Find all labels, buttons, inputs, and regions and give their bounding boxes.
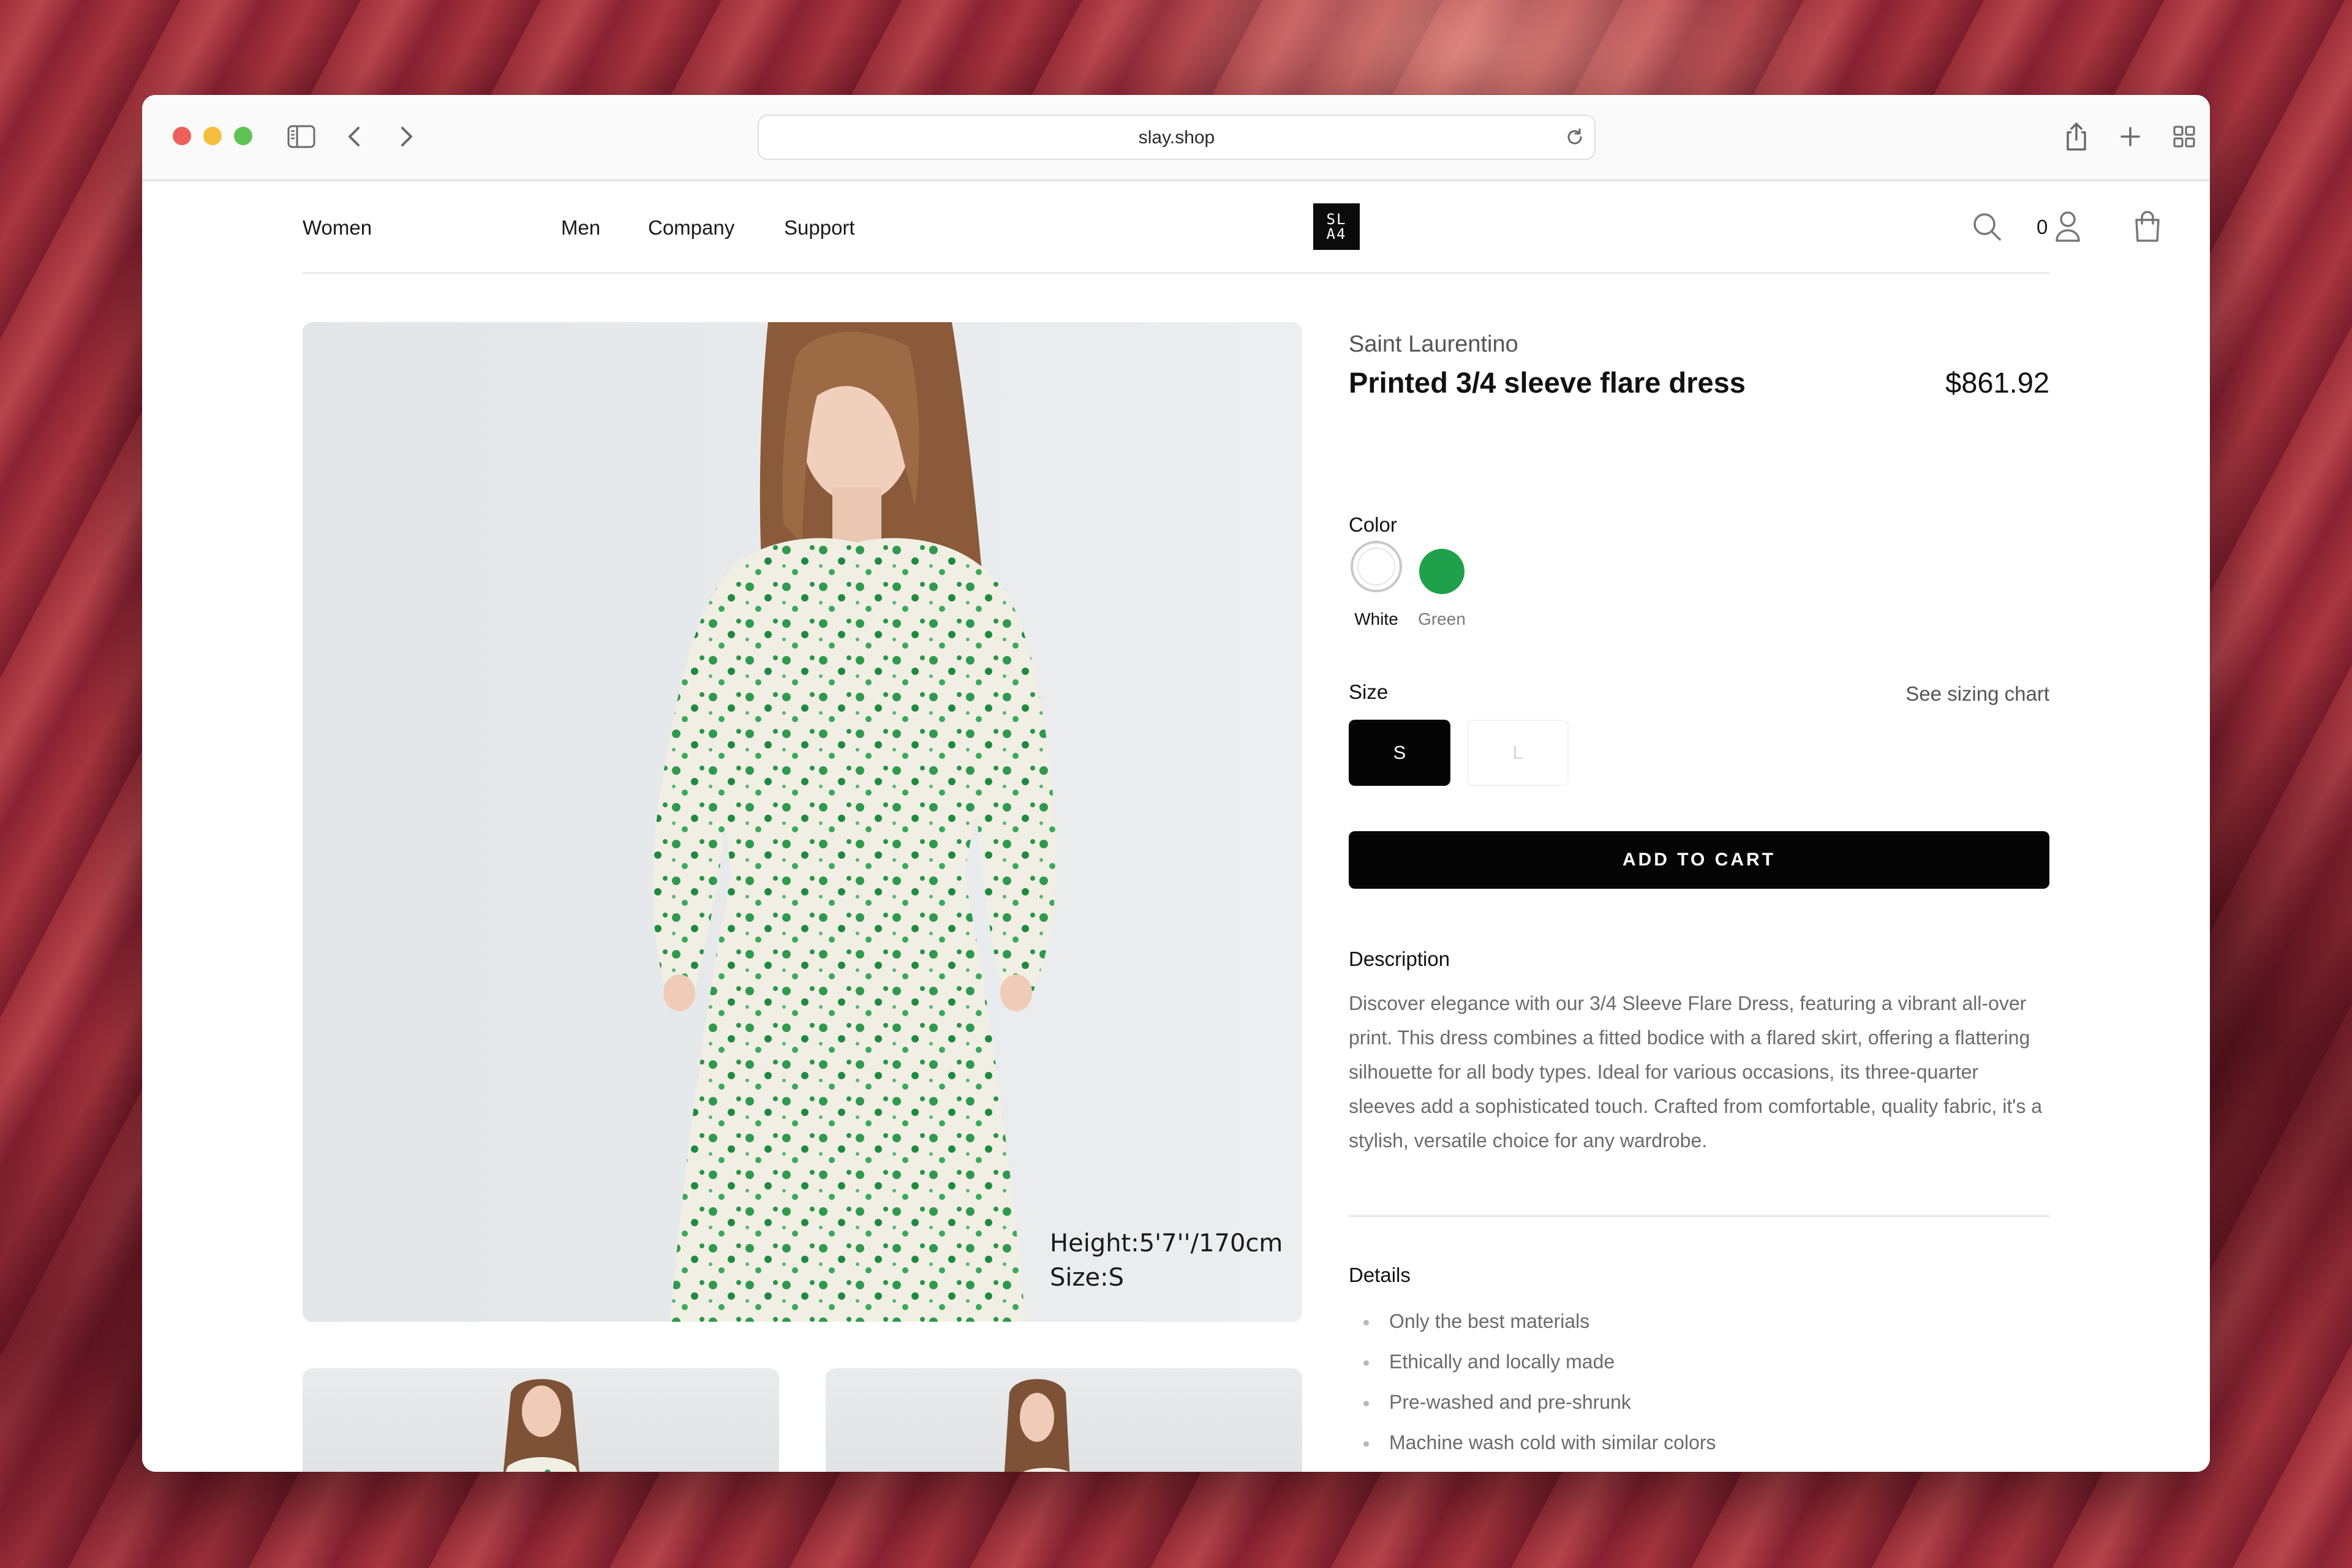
nav-link-men[interactable]: Men	[561, 216, 600, 239]
browser-window: slay.shop Women Men Company Support SL A…	[142, 95, 2210, 1472]
url-text: slay.shop	[1138, 127, 1215, 148]
site-logo[interactable]: SL A4	[1313, 203, 1360, 250]
back-icon[interactable]	[337, 119, 371, 154]
thumbnail-2-illustration	[1004, 1379, 1070, 1472]
zoom-window-button[interactable]	[234, 127, 252, 145]
cart-count: 0	[2037, 216, 2048, 238]
size-option-s[interactable]: S	[1349, 720, 1450, 786]
close-window-button[interactable]	[173, 127, 191, 145]
color-label: Color	[1349, 513, 1397, 536]
details-heading: Details	[1349, 1264, 1411, 1286]
dress-illustration	[303, 322, 1302, 1322]
size-label: Size	[1349, 680, 1389, 703]
shopping-bag-icon[interactable]	[2129, 208, 2166, 245]
color-name-white: White	[1354, 609, 1398, 628]
logo-line-1: SL	[1326, 211, 1347, 228]
logo-line-2: A4	[1326, 225, 1347, 243]
add-to-cart-button[interactable]: ADD TO CART	[1349, 831, 2049, 889]
address-bar[interactable]: slay.shop	[758, 115, 1596, 160]
sidebar-toggle-icon[interactable]	[284, 119, 318, 154]
site-header: Women Men Company Support SL A4 0	[303, 181, 2160, 274]
model-size-text: Size:S	[1050, 1264, 1124, 1292]
nav-link-company[interactable]: Company	[648, 216, 734, 239]
account-icon[interactable]	[2049, 208, 2086, 245]
color-swatch-green[interactable]	[1419, 549, 1464, 594]
details-item: Pre-washed and pre-shrunk	[1349, 1391, 1716, 1431]
product-thumbnail-2[interactable]	[826, 1368, 1302, 1472]
nav-link-support[interactable]: Support	[784, 216, 855, 239]
size-option-l[interactable]: L	[1467, 720, 1569, 786]
color-swatch-white[interactable]	[1351, 541, 1402, 592]
thumbnail-1-illustration	[503, 1379, 580, 1472]
product-thumbnail-1[interactable]	[303, 1368, 779, 1472]
details-item: Ethically and locally made	[1349, 1351, 1716, 1391]
product-title: Printed 3/4 sleeve flare dress	[1349, 366, 1746, 399]
model-info-caption: Height:5'7''/170cm Size:S	[1050, 1226, 1283, 1295]
nav-link-women[interactable]: Women	[303, 216, 372, 239]
product-price: $861.92	[1945, 366, 2049, 399]
details-item: Only the best materials	[1349, 1310, 1716, 1351]
reload-icon[interactable]	[1564, 126, 1586, 148]
details-list: Only the best materials Ethically and lo…	[1349, 1310, 1716, 1472]
details-item: Machine wash cold with similar colors	[1349, 1431, 1716, 1472]
product-brand[interactable]: Saint Laurentino	[1349, 331, 1518, 358]
model-height-text: Height:5'7''/170cm	[1050, 1229, 1283, 1257]
product-main-image[interactable]: Height:5'7''/170cm Size:S	[303, 322, 1302, 1322]
page-content: Women Men Company Support SL A4 0 Height…	[142, 181, 2210, 1472]
color-name-green: Green	[1418, 609, 1466, 628]
minimize-window-button[interactable]	[203, 127, 222, 145]
tab-overview-icon[interactable]	[2167, 119, 2201, 154]
forward-icon[interactable]	[390, 119, 424, 154]
section-divider	[1349, 1215, 2049, 1217]
description-heading: Description	[1349, 948, 1450, 970]
browser-toolbar: slay.shop	[142, 95, 2210, 181]
search-icon[interactable]	[1969, 208, 2005, 245]
sizing-chart-link[interactable]: See sizing chart	[1857, 682, 2049, 706]
share-icon[interactable]	[2059, 119, 2094, 154]
description-text: Discover elegance with our 3/4 Sleeve Fl…	[1349, 992, 2042, 1152]
new-tab-icon[interactable]	[2113, 119, 2147, 154]
